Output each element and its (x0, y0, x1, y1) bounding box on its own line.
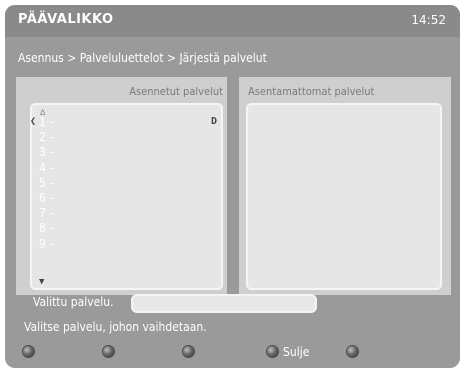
list-item[interactable]: 7 - (39, 206, 53, 221)
selected-service-field[interactable] (131, 294, 317, 313)
list-item[interactable]: 8 - (39, 221, 53, 236)
list-item[interactable]: 1 - (39, 115, 53, 130)
uninstalled-services-header: Asentamattomat palvelut (248, 85, 375, 98)
close-button-icon[interactable] (267, 346, 278, 357)
breadcrumb: Asennus > Palveluluettelot > Järjestä pa… (18, 51, 267, 65)
main-menu-screen: PÄÄVALIKKO 14:52 Asennus > Palveluluette… (5, 5, 460, 368)
list-item[interactable]: 3 - (39, 145, 53, 160)
list-item[interactable]: 2 - (39, 130, 53, 145)
installed-services-list[interactable]: △ ❮ D 1 - 2 - 3 - 4 - 5 - 6 - 7 - 8 - 9 … (30, 103, 223, 290)
uninstalled-services-list[interactable] (246, 103, 442, 290)
page-title: PÄÄVALIKKO (18, 12, 114, 27)
list-item[interactable]: 5 - (39, 176, 53, 191)
clock: 14:52 (411, 13, 446, 27)
scroll-down-icon[interactable]: ▼ (39, 277, 44, 287)
remote-button-icon[interactable] (103, 346, 114, 357)
remote-button-icon[interactable] (23, 346, 34, 357)
selected-service-label: Valittu palvelu. (33, 295, 114, 309)
title-bar: PÄÄVALIKKO 14:52 (5, 5, 460, 37)
remote-button-icon[interactable] (183, 346, 194, 357)
right-marker-icon: D (210, 116, 217, 127)
list-item[interactable]: 9 - (39, 237, 53, 252)
left-marker-icon: ❮ (30, 116, 37, 127)
list-item[interactable]: 6 - (39, 191, 53, 206)
close-button[interactable]: Sulje (283, 345, 309, 359)
remote-button-icon[interactable] (347, 346, 358, 357)
installed-services-header: Asennetut palvelut (129, 85, 223, 98)
status-message: Valitse palvelu, johon vaihdetaan. (24, 320, 207, 334)
list-item[interactable]: 4 - (39, 161, 53, 176)
panel-divider (227, 77, 239, 295)
slot-list: 1 - 2 - 3 - 4 - 5 - 6 - 7 - 8 - 9 - (39, 115, 53, 252)
